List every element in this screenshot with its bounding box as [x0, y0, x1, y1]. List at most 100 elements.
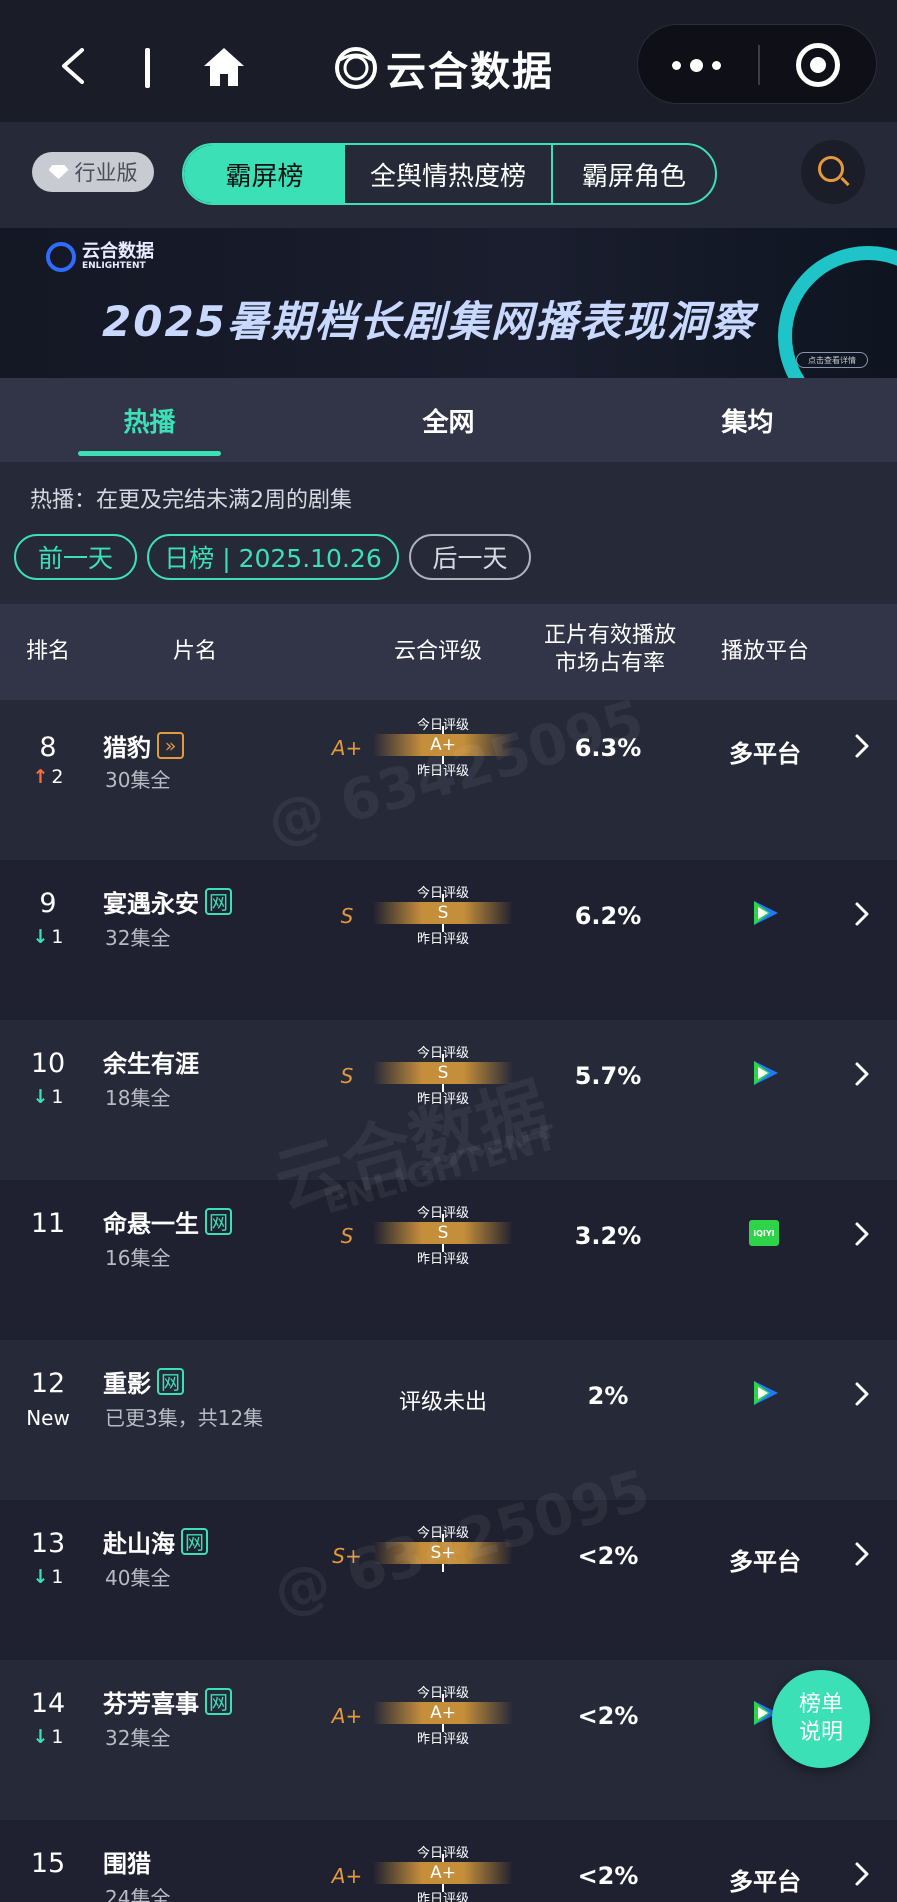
grade-indicator: 今日评级 A+ 昨日评级: [373, 1680, 513, 1747]
platform-label: 多平台: [729, 1868, 801, 1896]
grade-indicator: 今日评级 S+: [373, 1520, 513, 1582]
table-row[interactable]: 10 ↓1 余生有涯 18集全 S 今日评级 S 昨日评级 5.7%: [0, 1020, 897, 1180]
rank-number: 14: [30, 1688, 66, 1719]
brand-logo-icon: [46, 242, 76, 272]
grade-label: A+: [331, 736, 363, 760]
episode-info: 30集全: [105, 768, 171, 792]
grade-indicator: 今日评级 S 昨日评级: [373, 1200, 513, 1267]
drama-title[interactable]: 围猎: [103, 1844, 151, 1879]
category-tabs: 热播 全网 集均: [0, 378, 897, 462]
chevron-right-icon[interactable]: [852, 900, 872, 928]
segment-character-ranking[interactable]: 霸屏角色: [553, 145, 715, 203]
table-row[interactable]: 8 ↑2 猎豹» 30集全 A+ 今日评级 A+ 昨日评级 6.3% 多平台: [0, 700, 897, 860]
iqiyi-icon: iQIYI: [749, 1220, 779, 1246]
promo-banner[interactable]: 云合数据 ENLIGHTENT 2025暑期档长剧集网播表现洞察 点击查看详情: [0, 228, 897, 378]
filter-panel: 热播：在更及完结未满2周的剧集 前一天 日榜 | 2025.10.26 后一天: [0, 462, 897, 604]
grade-indicator: 今日评级 A+ 昨日评级: [373, 712, 513, 779]
header-bar: 行业版 霸屏榜 全舆情热度榜 霸屏角色: [0, 122, 897, 228]
more-dots-icon[interactable]: [672, 53, 732, 77]
industry-edition-badge[interactable]: 行业版: [32, 152, 154, 192]
segment-sentiment-ranking[interactable]: 全舆情热度榜: [345, 145, 553, 203]
hot-definition-note: 热播：在更及完结未满2周的剧集: [30, 488, 352, 513]
table-row[interactable]: 13 ↓1 赴山海网 40集全 S+ 今日评级 S+ <2% 多平台: [0, 1500, 897, 1660]
brand-logo-icon: [335, 47, 377, 89]
chevron-right-icon[interactable]: [852, 1060, 872, 1088]
grade-pending: 评级未出: [398, 1390, 487, 1415]
search-button[interactable]: [801, 140, 865, 204]
rank-change: ↓ 1: [32, 1726, 64, 1748]
table-row[interactable]: 9 ↓1 宴遇永安网 32集全 S 今日评级 S 昨日评级 6.2%: [0, 860, 897, 1020]
rank-number: 8: [39, 732, 57, 763]
rank-number: 11: [30, 1208, 66, 1239]
column-share: 正片有效播放 市场占有率: [543, 623, 676, 676]
episode-info: 32集全: [105, 1726, 171, 1750]
tab-all-network[interactable]: 全网: [299, 378, 598, 462]
grade-indicator: 今日评级 S 昨日评级: [373, 1040, 513, 1107]
chevron-right-icon[interactable]: [852, 1860, 872, 1888]
drama-title[interactable]: 芬芳喜事网: [103, 1684, 233, 1719]
column-rank: 排名: [25, 639, 70, 664]
diamond-icon: [48, 165, 69, 179]
drama-title[interactable]: 余生有涯: [103, 1044, 199, 1079]
next-day-button[interactable]: 后一天: [409, 534, 531, 580]
episode-info: 32集全: [105, 926, 171, 950]
rank-change: ↓ 1: [32, 1566, 64, 1588]
chevron-right-icon[interactable]: [852, 1220, 872, 1248]
grade-label: S: [340, 904, 354, 928]
web-drama-badge: 网: [205, 1208, 233, 1235]
rank-number: 13: [30, 1528, 66, 1559]
grade-indicator: 今日评级 S 昨日评级: [373, 880, 513, 947]
date-selector[interactable]: 日榜 | 2025.10.26: [147, 534, 399, 580]
drama-title[interactable]: 赴山海网: [103, 1524, 209, 1559]
vip-icon: »: [157, 732, 184, 759]
drama-title[interactable]: 命悬一生网: [103, 1204, 233, 1239]
tab-hot[interactable]: 热播: [0, 378, 299, 462]
platform-label: 多平台: [729, 1548, 801, 1576]
tencent-video-icon: [754, 901, 778, 925]
banner-detail-link[interactable]: 点击查看详情: [796, 352, 868, 368]
arrow-down-icon: ↓: [32, 926, 49, 948]
chevron-right-icon[interactable]: [852, 1380, 872, 1408]
platform-label: 多平台: [729, 740, 801, 768]
market-share: 6.2%: [574, 902, 642, 930]
arrow-down-icon: ↓: [32, 1726, 49, 1748]
table-row[interactable]: 15 围猎 24集全 A+ 今日评级 A+ 昨日评级 <2% 多平台: [0, 1820, 897, 1902]
market-share: <2%: [577, 1862, 639, 1890]
drama-title[interactable]: 猎豹»: [103, 728, 184, 763]
market-share: <2%: [577, 1702, 639, 1730]
episode-info: 已更3集，共12集: [105, 1406, 264, 1430]
drama-title[interactable]: 宴遇永安网: [103, 884, 233, 919]
top-bar: 云合数据: [0, 0, 897, 122]
column-name: 片名: [172, 639, 217, 664]
market-share: 3.2%: [574, 1222, 642, 1250]
home-icon[interactable]: [202, 46, 246, 88]
rank-number: 10: [30, 1048, 66, 1079]
table-row[interactable]: 12 New 重影网已更3集，共12集 评级未出 2%: [0, 1340, 897, 1500]
chevron-right-icon[interactable]: [852, 1540, 872, 1568]
ranking-help-button[interactable]: 榜单 说明: [772, 1670, 870, 1768]
table-row[interactable]: 11 命悬一生网 16集全 S 今日评级 S 昨日评级 3.2% iQIYI: [0, 1180, 897, 1340]
grade-label: A+: [331, 1704, 363, 1728]
chevron-left-icon[interactable]: [58, 46, 86, 86]
rank-number: 9: [39, 888, 57, 919]
rank-number: 15: [30, 1848, 66, 1879]
segment-screen-ranking[interactable]: 霸屏榜: [184, 145, 345, 203]
drama-title[interactable]: 重影网: [103, 1364, 185, 1399]
arrow-up-icon: ↑: [32, 766, 49, 788]
grade-label: S: [340, 1224, 354, 1248]
market-share: 6.3%: [574, 734, 642, 762]
chevron-right-icon[interactable]: [852, 732, 872, 760]
mini-program-capsule: [637, 24, 877, 104]
episode-info: 18集全: [105, 1086, 171, 1110]
previous-day-button[interactable]: 前一天: [14, 534, 137, 580]
rank-new-badge: New: [26, 1406, 70, 1430]
app-brand: 云合数据: [334, 40, 554, 96]
tab-per-episode[interactable]: 集均: [598, 378, 897, 462]
target-icon[interactable]: [796, 43, 840, 87]
rank-change: ↓ 1: [32, 926, 64, 948]
table-header: 排名 片名 云合评级 正片有效播放 市场占有率 播放平台: [0, 604, 897, 700]
table-row[interactable]: 14 ↓1 芬芳喜事网 32集全 A+ 今日评级 A+ 昨日评级 <2%: [0, 1660, 897, 1820]
arrow-down-icon: ↓: [32, 1086, 49, 1108]
episode-info: 40集全: [105, 1566, 171, 1590]
rank-change: ↑ 2: [32, 766, 64, 788]
